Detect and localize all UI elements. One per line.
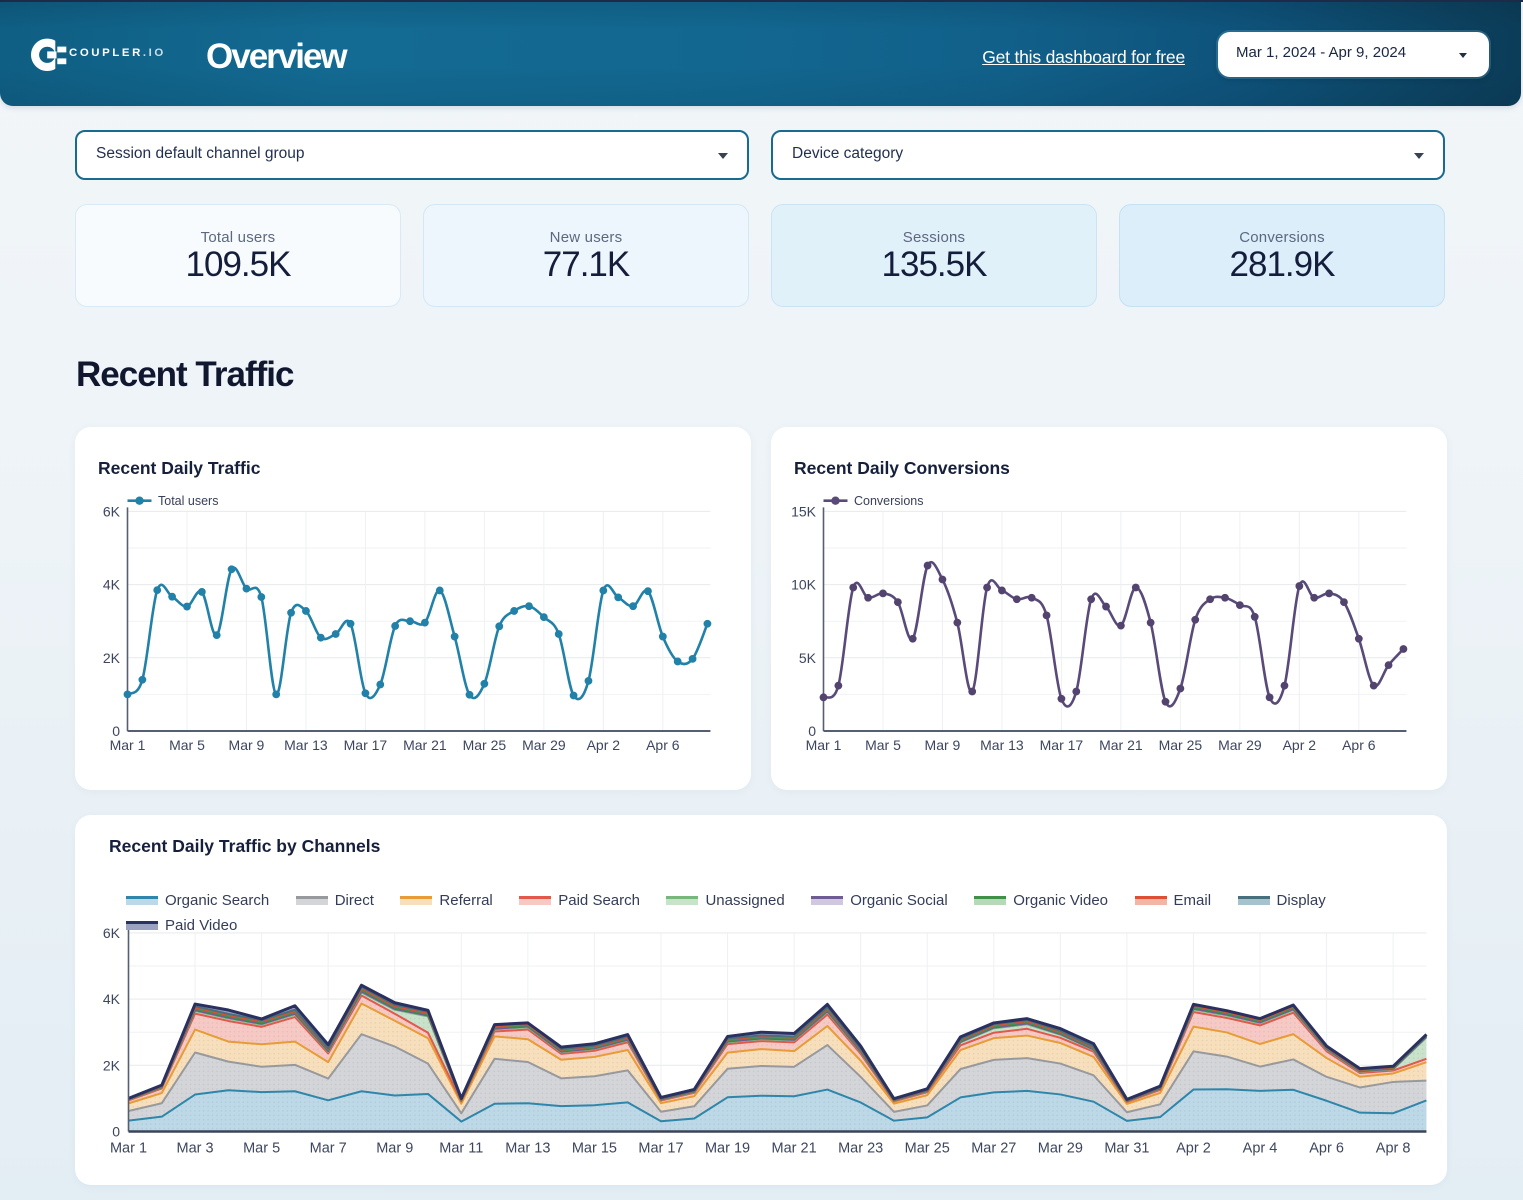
svg-text:4K: 4K <box>103 991 121 1007</box>
svg-text:Mar 17: Mar 17 <box>638 1141 683 1157</box>
svg-text:Mar 1: Mar 1 <box>110 1141 147 1157</box>
svg-text:Recent Daily Conversions: Recent Daily Conversions <box>794 458 1010 478</box>
svg-text:Apr 8: Apr 8 <box>1376 1141 1411 1157</box>
svg-text:Recent Daily Traffic by Channe: Recent Daily Traffic by Channels <box>109 836 381 856</box>
svg-text:Mar 5: Mar 5 <box>243 1141 280 1157</box>
svg-text:Mar 29: Mar 29 <box>1218 737 1262 753</box>
svg-text:Mar 23: Mar 23 <box>838 1141 883 1157</box>
svg-text:Mar 19: Mar 19 <box>705 1141 750 1157</box>
svg-text:Recent Daily Traffic: Recent Daily Traffic <box>98 458 261 478</box>
svg-text:Mar 7: Mar 7 <box>310 1141 347 1157</box>
svg-text:10K: 10K <box>791 577 817 593</box>
svg-text:Mar 3: Mar 3 <box>177 1141 214 1157</box>
svg-text:Mar 17: Mar 17 <box>1040 737 1084 753</box>
svg-text:Mar 13: Mar 13 <box>505 1141 550 1157</box>
svg-text:Apr 2: Apr 2 <box>1176 1141 1211 1157</box>
svg-text:Mar 29: Mar 29 <box>1038 1141 1083 1157</box>
svg-text:Conversions: Conversions <box>854 494 923 508</box>
svg-text:Mar 13: Mar 13 <box>284 737 328 753</box>
svg-text:Mar 13: Mar 13 <box>980 737 1024 753</box>
svg-text:Mar 25: Mar 25 <box>463 737 507 753</box>
svg-text:Mar 9: Mar 9 <box>376 1141 413 1157</box>
svg-text:Apr 2: Apr 2 <box>587 737 621 753</box>
svg-text:6K: 6K <box>103 503 121 519</box>
svg-text:Mar 25: Mar 25 <box>905 1141 950 1157</box>
svg-text:2K: 2K <box>103 650 121 666</box>
svg-text:Mar 29: Mar 29 <box>522 737 566 753</box>
svg-text:Mar 15: Mar 15 <box>572 1141 617 1157</box>
svg-text:Mar 25: Mar 25 <box>1159 737 1203 753</box>
svg-text:Total users: Total users <box>158 494 218 508</box>
svg-text:Mar 1: Mar 1 <box>806 737 842 753</box>
svg-text:Mar 27: Mar 27 <box>971 1141 1016 1157</box>
svg-text:Mar 11: Mar 11 <box>439 1141 483 1157</box>
svg-text:15K: 15K <box>791 503 817 519</box>
svg-text:Apr 4: Apr 4 <box>1243 1141 1278 1157</box>
svg-text:4K: 4K <box>103 577 121 593</box>
svg-text:2K: 2K <box>103 1057 121 1073</box>
svg-text:6K: 6K <box>103 925 121 941</box>
svg-text:Mar 5: Mar 5 <box>169 737 205 753</box>
svg-text:5K: 5K <box>799 650 817 666</box>
svg-text:Mar 21: Mar 21 <box>1099 737 1143 753</box>
svg-text:Mar 9: Mar 9 <box>925 737 961 753</box>
svg-text:0: 0 <box>112 1124 120 1140</box>
svg-text:Mar 21: Mar 21 <box>772 1141 817 1157</box>
svg-text:Apr 6: Apr 6 <box>1309 1141 1344 1157</box>
svg-text:Mar 31: Mar 31 <box>1104 1141 1149 1157</box>
svg-text:Mar 21: Mar 21 <box>403 737 447 753</box>
svg-text:Mar 9: Mar 9 <box>229 737 265 753</box>
svg-text:Mar 17: Mar 17 <box>344 737 388 753</box>
svg-text:Apr 6: Apr 6 <box>646 737 680 753</box>
svg-text:Mar 5: Mar 5 <box>865 737 901 753</box>
svg-text:Mar 1: Mar 1 <box>110 737 146 753</box>
svg-text:Apr 2: Apr 2 <box>1283 737 1317 753</box>
svg-text:Apr 6: Apr 6 <box>1342 737 1376 753</box>
